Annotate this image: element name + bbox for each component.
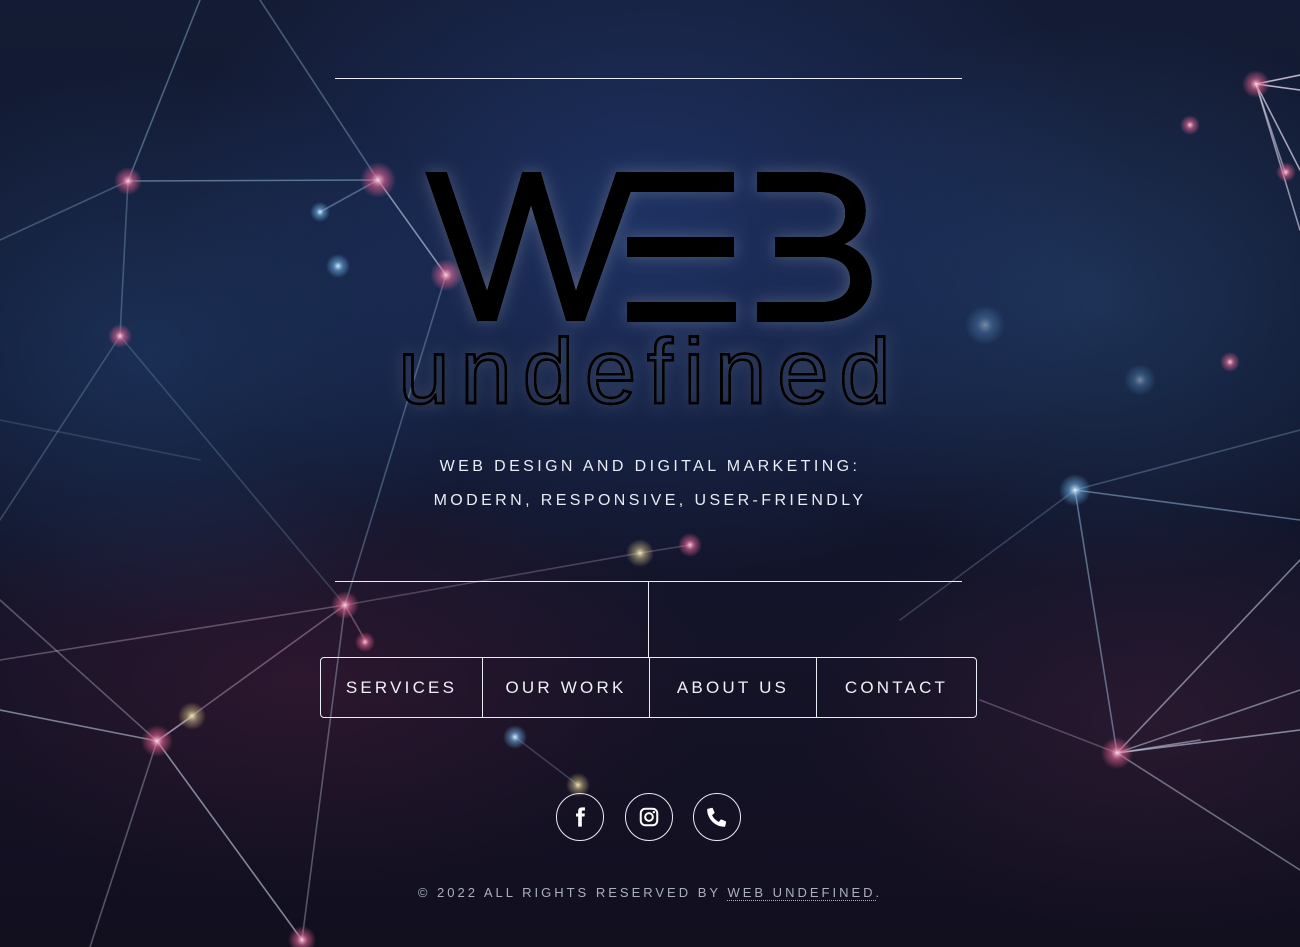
logo-letter-e-top [627, 172, 734, 192]
nav-services[interactable]: SERVICES [321, 658, 482, 717]
instagram-icon [639, 807, 659, 827]
logo-letter-e-middle [627, 237, 734, 257]
main-navigation: SERVICES OUR WORK ABOUT US CONTACT [320, 657, 977, 718]
phone-button[interactable] [693, 793, 741, 841]
top-divider [335, 78, 962, 79]
center-connector-line [648, 581, 649, 658]
logo-letter-e-bottom [627, 302, 736, 322]
tagline-line-1: WEB DESIGN AND DIGITAL MARKETING: [439, 458, 861, 475]
facebook-icon [576, 807, 585, 827]
footer-suffix: . [875, 885, 883, 900]
logo-word-undefined: undefined [398, 321, 901, 420]
tagline-line-2: MODERN, RESPONSIVE, USER-FRIENDLY [433, 492, 867, 509]
footer-brand-link[interactable]: WEB UNDEFINED [727, 885, 876, 901]
footer-prefix: © 2022 ALL RIGHTS RESERVED BY [417, 885, 728, 900]
brand-logo: undefined [397, 172, 901, 420]
nav-our-work[interactable]: OUR WORK [482, 658, 649, 717]
nav-contact[interactable]: CONTACT [816, 658, 976, 717]
logo-letter-w [425, 172, 638, 321]
instagram-button[interactable] [625, 793, 673, 841]
hero-section: undefined WEB DESIGN AND DIGITAL MARKETI… [0, 0, 1300, 947]
facebook-button[interactable] [556, 793, 604, 841]
nav-about-us[interactable]: ABOUT US [649, 658, 816, 717]
logo-letter-b [757, 172, 872, 322]
phone-icon [707, 807, 727, 827]
footer-copyright: © 2022 ALL RIGHTS RESERVED BY WEB UNDEFI… [0, 885, 1300, 901]
